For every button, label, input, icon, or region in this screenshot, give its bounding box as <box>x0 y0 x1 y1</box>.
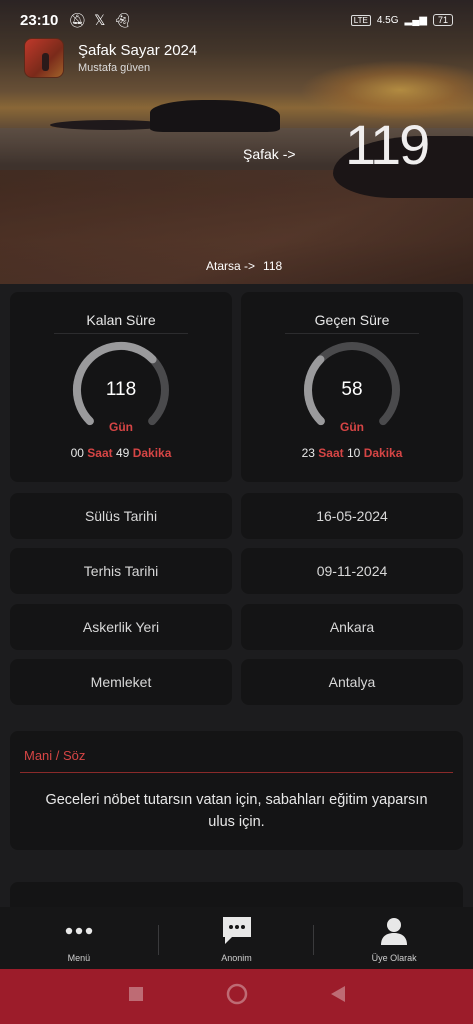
atarsa-row: Atarsa -> 118 <box>198 259 282 273</box>
safak-value: 119 <box>345 113 430 176</box>
info-value-terhis: 09-11-2024 <box>241 548 463 594</box>
remaining-days: 118 <box>105 379 137 400</box>
atarsa-label: Atarsa -> <box>206 259 256 273</box>
volte-icon: LTE <box>350 14 371 26</box>
elapsed-time: 23 Saat 10 Dakika <box>301 446 403 460</box>
info-value-memleket: Antalya <box>241 659 463 705</box>
app-logo-icon <box>24 38 64 78</box>
app-header: Şafak Sayar 2024 Mustafa güven <box>24 38 197 78</box>
info-label-sulus: Sülüs Tarihi <box>10 493 232 539</box>
network-type: 4.5G <box>376 14 399 26</box>
mani-text: Geceleri nöbet tutarsın vatan için, saba… <box>45 792 428 830</box>
atarsa-value: 118 <box>263 259 283 273</box>
nav-anonim[interactable]: Anonim <box>158 907 316 969</box>
system-nav-bar <box>0 969 473 1024</box>
remaining-time-card: Kalan Süre 118 Gün 00 Saat 49 Dakika <box>10 292 232 482</box>
home-circle-icon[interactable] <box>226 983 248 1010</box>
status-bar: 23:10 🔕︎ 𝕏 👻︎ LTE 4.5G ▂▄▆ 71 <box>20 8 453 32</box>
battery-icon: 71 <box>432 14 453 26</box>
nav-menu[interactable]: Menü <box>0 907 158 969</box>
x-app-icon: 𝕏 <box>94 11 106 28</box>
bottom-nav: Menü Anonim Üye Olarak <box>0 907 473 969</box>
snapchat-icon: 👻︎ <box>113 11 132 28</box>
more-dots-icon <box>64 913 94 949</box>
elapsed-days: 58 <box>341 379 363 400</box>
remaining-days-unit: Gün <box>109 420 133 434</box>
elapsed-time-card: Geçen Süre 58 Gün 23 Saat 10 Dakika <box>241 292 463 482</box>
remaining-time: 00 Saat 49 Dakika <box>70 446 172 460</box>
app-author: Mustafa güven <box>78 62 151 74</box>
info-label-terhis: Terhis Tarihi <box>10 548 232 594</box>
mute-icon: 🔕︎ <box>68 11 87 28</box>
info-value-askerlik-yeri: Ankara <box>241 604 463 650</box>
elapsed-title: Geçen Süre <box>314 312 390 328</box>
chat-bubble-icon <box>220 913 254 949</box>
remaining-title: Kalan Süre <box>86 312 156 328</box>
signal-icon: ▂▄▆ <box>404 14 427 26</box>
info-label-askerlik-yeri: Askerlik Yeri <box>10 604 232 650</box>
app-title: Şafak Sayar 2024 <box>78 42 198 59</box>
nav-uye[interactable]: Üye Olarak <box>315 907 473 969</box>
nav-menu-label: Menü <box>67 953 91 963</box>
nav-uye-label: Üye Olarak <box>371 953 417 963</box>
safak-label: Şafak -> <box>243 146 296 162</box>
status-time: 23:10 <box>20 11 59 29</box>
info-value-sulus: 16-05-2024 <box>241 493 463 539</box>
hero-banner: 23:10 🔕︎ 𝕏 👻︎ LTE 4.5G ▂▄▆ 71 Şafak Saya… <box>0 0 473 284</box>
mani-title: Mani / Söz <box>24 748 86 763</box>
info-label-memleket: Memleket <box>10 659 232 705</box>
mani-card: Mani / Söz Geceleri nöbet tutarsın vatan… <box>10 731 463 850</box>
person-icon <box>379 913 409 949</box>
back-triangle-icon[interactable] <box>330 985 346 1008</box>
nav-anonim-label: Anonim <box>221 953 252 963</box>
elapsed-days-unit: Gün <box>340 420 364 434</box>
recents-square-icon[interactable] <box>128 986 144 1007</box>
